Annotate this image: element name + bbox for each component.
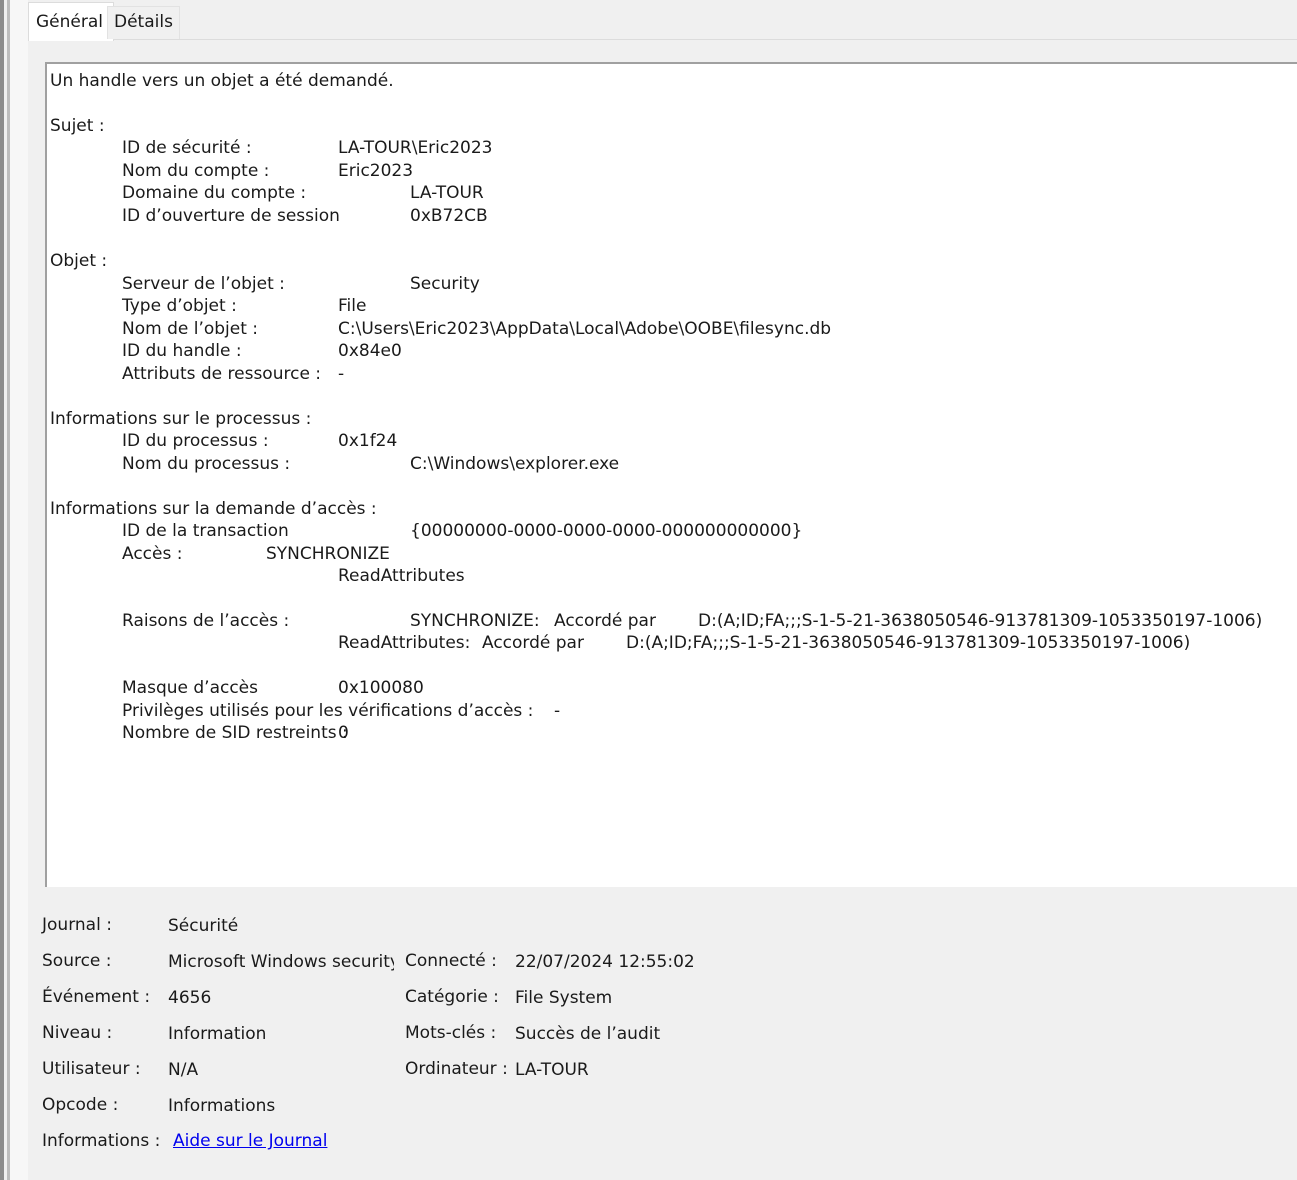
category-value[interactable]: File System [515, 987, 612, 1009]
access-heading: Informations sur la demande d’accès : [50, 499, 377, 519]
handle-id-value: 0x84e0 [338, 341, 402, 361]
account-domain-value: LA-TOUR [410, 183, 484, 203]
connected-label: Connecté : [405, 951, 497, 971]
source-value[interactable]: Microsoft Windows security auditing. [168, 951, 394, 973]
object-type-label: Type d’objet : [122, 296, 237, 316]
computer-value[interactable]: LA-TOUR [515, 1059, 589, 1081]
keywords-label: Mots-clés : [405, 1023, 497, 1043]
access-label: Accès : [122, 544, 183, 564]
account-domain-label: Domaine du compte : [122, 183, 307, 203]
logon-id-label: ID d’ouverture de session [122, 206, 340, 226]
reason-1-sddl: D:(A;ID;FA;;;S-1-5-21-3638050546-9137813… [698, 611, 1263, 631]
object-type-value: File [338, 296, 367, 316]
window-edge [0, 0, 4, 1180]
transaction-id-value: {00000000-0000-0000-0000-000000000000} [410, 521, 803, 541]
reason-2-granted: Accordé par [482, 633, 584, 653]
journal-label: Journal : [42, 915, 112, 935]
process-id-label: ID du processus : [122, 431, 269, 451]
privileges-value: - [554, 701, 561, 721]
opcode-label: Opcode : [42, 1095, 119, 1115]
account-name-label: Nom du compte : [122, 161, 270, 181]
security-id-value: LA-TOUR\Eric2023 [338, 138, 493, 158]
reason-2-right: ReadAttributes: [338, 633, 471, 653]
subject-heading: Sujet : [50, 116, 105, 136]
process-id-value: 0x1f24 [338, 431, 398, 451]
access-value-1: SYNCHRONIZE [266, 544, 390, 564]
object-server-label: Serveur de l’objet : [122, 274, 285, 294]
reason-1-granted: Accordé par [554, 611, 656, 631]
help-link[interactable]: Aide sur le Journal [173, 1130, 327, 1152]
opcode-value[interactable]: Informations [168, 1095, 275, 1117]
process-name-label: Nom du processus : [122, 454, 291, 474]
restricted-sid-value: 0 [338, 723, 349, 743]
window-edge-margin [10, 0, 28, 1180]
object-name-value: C:\Users\Eric2023\AppData\Local\Adobe\OO… [338, 319, 832, 339]
object-name-label: Nom de l’objet : [122, 319, 259, 339]
handle-id-label: ID du handle : [122, 341, 242, 361]
resource-attributes-label: Attributs de ressource : [122, 364, 322, 384]
reason-1-right: SYNCHRONIZE: [410, 611, 540, 631]
logon-id-value: 0xB72CB [410, 206, 488, 226]
level-label: Niveau : [42, 1023, 113, 1043]
object-server-value: Security [410, 274, 480, 294]
event-description-box[interactable]: Un handle vers un objet a été demandé. S… [45, 62, 1297, 887]
object-heading: Objet : [50, 251, 108, 271]
security-id-label: ID de sécurité : [122, 138, 252, 158]
connected-value[interactable]: 22/07/2024 12:55:02 [515, 951, 695, 973]
tab-general[interactable]: Général [28, 2, 114, 41]
process-name-value: C:\Windows\explorer.exe [410, 454, 620, 474]
level-value[interactable]: Information [168, 1023, 266, 1045]
access-mask-value: 0x100080 [338, 678, 424, 698]
description-intro: Un handle vers un objet a été demandé. [50, 71, 394, 91]
user-value[interactable]: N/A [168, 1059, 198, 1081]
keywords-value[interactable]: Succès de l’audit [515, 1023, 660, 1045]
journal-value[interactable]: Sécurité [168, 915, 238, 937]
transaction-id-label: ID de la transaction [122, 521, 289, 541]
process-heading: Informations sur le processus : [50, 409, 312, 429]
event-value[interactable]: 4656 [168, 987, 211, 1009]
privileges-label: Privilèges utilisés pour les vérificatio… [122, 701, 534, 721]
access-value-2: ReadAttributes [338, 566, 465, 586]
reason-2-sddl: D:(A;ID;FA;;;S-1-5-21-3638050546-9137813… [626, 633, 1191, 653]
account-name-value: Eric2023 [338, 161, 414, 181]
tab-bar: Général Détails [28, 0, 1297, 41]
resource-attributes-value: - [338, 364, 345, 384]
restricted-sid-label: Nombre de SID restreints : [122, 723, 348, 743]
access-mask-label: Masque d’accès [122, 678, 258, 698]
access-reasons-label: Raisons de l’accès : [122, 611, 290, 631]
info-label: Informations : [42, 1131, 161, 1151]
tab-details[interactable]: Détails [107, 6, 180, 39]
source-label: Source : [42, 951, 112, 971]
event-label: Événement : [42, 987, 151, 1007]
category-label: Catégorie : [405, 987, 499, 1007]
user-label: Utilisateur : [42, 1059, 141, 1079]
computer-label: Ordinateur : [405, 1059, 508, 1079]
